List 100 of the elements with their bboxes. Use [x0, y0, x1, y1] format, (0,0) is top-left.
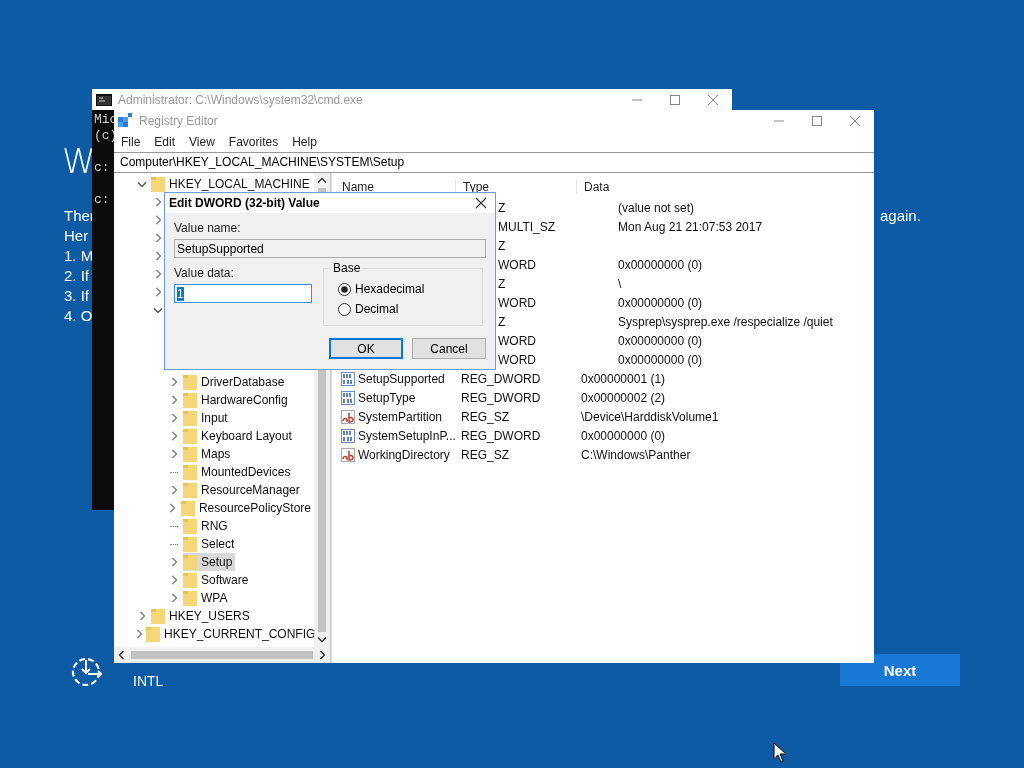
cubes-icon	[118, 113, 133, 128]
chevron-right-icon[interactable]	[154, 197, 162, 207]
folder-icon	[180, 500, 195, 516]
menu-item[interactable]: Favorites	[228, 134, 279, 149]
chevron-right-icon[interactable]	[154, 215, 162, 225]
tree-item[interactable]: WPA	[183, 589, 231, 607]
folder-icon	[151, 176, 165, 192]
chevron-right-icon[interactable]	[154, 251, 162, 261]
tree-item[interactable]: Setup	[183, 553, 236, 571]
chevron-right-icon[interactable]	[154, 287, 162, 297]
tree-line	[170, 543, 178, 545]
horizontal-scrollbar[interactable]	[114, 647, 330, 663]
group-label: Base	[331, 261, 363, 275]
binary-value-icon	[341, 428, 355, 443]
console-text: c:	[94, 160, 110, 176]
chevron-right-icon[interactable]	[170, 431, 178, 441]
chevron-right-icon[interactable]	[170, 485, 178, 495]
dialog-button[interactable]: Cancel	[412, 338, 486, 359]
instruction-text: Ther	[64, 206, 95, 226]
tree-item[interactable]: ResourcePolicyStore	[180, 499, 314, 517]
folder-icon	[183, 482, 197, 498]
value-data: \	[618, 276, 622, 291]
next-button[interactable]: Next	[840, 654, 960, 686]
close-icon[interactable]	[475, 197, 487, 209]
value-data-field[interactable]: 1	[174, 284, 312, 303]
tree-item[interactable]: Input	[183, 409, 231, 427]
tree-line	[170, 471, 178, 473]
console-text: c:	[94, 192, 110, 208]
value-name[interactable]: SetupSupported	[358, 371, 445, 386]
chevron-right-icon[interactable]	[136, 629, 143, 639]
value-name[interactable]: SetupType	[358, 390, 416, 405]
radio-icon[interactable]	[338, 302, 351, 316]
chevron-right-icon[interactable]	[154, 269, 162, 279]
tree-item[interactable]: MountedDevices	[183, 463, 294, 481]
tree-item[interactable]: HardwareConfig	[183, 391, 291, 409]
folder-icon	[183, 464, 197, 480]
value-type: Z	[498, 238, 506, 253]
tree-item[interactable]: HKEY_CURRENT_CONFIG	[146, 625, 314, 643]
column-header[interactable]: Data	[577, 180, 874, 194]
tree-item[interactable]: Maps	[183, 445, 234, 463]
chevron-down-icon[interactable]	[153, 306, 163, 314]
folder-icon	[183, 554, 197, 570]
value-name[interactable]: SystemSetupInP...	[358, 428, 456, 443]
chevron-right-icon[interactable]	[170, 575, 178, 585]
tree-item[interactable]: RNG	[183, 517, 231, 535]
chevron-right-icon[interactable]	[170, 593, 178, 603]
chevron-right-icon[interactable]	[170, 449, 178, 459]
value-type: REG_DWORD	[461, 390, 541, 405]
chevron-right-icon[interactable]	[170, 557, 178, 567]
tree-item[interactable]: ResourceManager	[183, 481, 303, 499]
value-type: Z	[498, 314, 506, 329]
scroll-up-icon[interactable]	[317, 177, 327, 184]
binary-value-icon	[341, 390, 355, 405]
tree-item[interactable]: Software	[183, 571, 252, 589]
tree-item[interactable]: HKEY_USERS	[151, 607, 253, 625]
instruction-text: Her	[64, 226, 90, 246]
scroll-down-icon[interactable]	[317, 636, 327, 643]
chevron-right-icon[interactable]	[170, 377, 178, 387]
scroll-right-icon[interactable]	[319, 650, 326, 660]
value-type: WORD	[498, 333, 536, 348]
value-type: MULTI_SZ	[498, 219, 556, 234]
chevron-right-icon[interactable]	[154, 233, 162, 243]
value-name[interactable]: WorkingDirectory	[358, 447, 450, 462]
value-type: REG_SZ	[461, 447, 509, 462]
address-bar[interactable]: Computer\HKEY_LOCAL_MACHINE\SYSTEM\Setup	[114, 152, 874, 173]
chevron-down-icon[interactable]	[137, 180, 147, 188]
tree-item[interactable]: HKEY_LOCAL_MACHINE	[151, 175, 313, 193]
value-type: REG_SZ	[461, 409, 509, 424]
window-title: Administrator: C:\Windows\system32\cmd.exe	[118, 92, 363, 107]
tree-item[interactable]: DriverDatabase	[183, 373, 288, 391]
chevron-right-icon[interactable]	[138, 611, 146, 621]
menu-item[interactable]: View	[189, 134, 215, 149]
mouse-pointer-icon	[773, 742, 787, 763]
value-data: C:\Windows\Panther	[581, 447, 691, 462]
folder-icon	[183, 572, 197, 588]
input-text: 1	[177, 286, 184, 301]
string-value-icon	[341, 409, 355, 424]
chevron-right-icon[interactable]	[169, 503, 177, 513]
radio-icon[interactable]	[338, 282, 351, 296]
value-type: Z	[498, 200, 506, 215]
value-data: 0x00000000 (0)	[618, 295, 703, 310]
value-name-field[interactable]: SetupSupported	[174, 239, 486, 258]
menu-item[interactable]: File	[121, 134, 141, 149]
value-name[interactable]: SystemPartition	[358, 409, 443, 424]
tree-item[interactable]: Keyboard Layout	[183, 427, 295, 445]
value-data: Sysprep\sysprep.exe /respecialize /quiet	[618, 314, 833, 329]
folder-icon	[183, 446, 197, 462]
radio-option[interactable]: Decimal	[338, 302, 482, 316]
chevron-right-icon[interactable]	[170, 413, 178, 423]
keyboard-layout-text[interactable]: INTL	[133, 673, 164, 689]
menu-item[interactable]: Edit	[154, 134, 176, 149]
scroll-left-icon[interactable]	[118, 650, 125, 660]
radio-option[interactable]: Hexadecimal	[338, 282, 482, 296]
string-value-icon	[341, 447, 355, 462]
dialog-button[interactable]: OK	[329, 338, 403, 359]
folder-icon	[146, 626, 160, 642]
tree-item[interactable]: Select	[183, 535, 238, 553]
value-data: (value not set)	[618, 200, 695, 215]
chevron-right-icon[interactable]	[170, 395, 178, 405]
menu-item[interactable]: Help	[292, 134, 317, 149]
